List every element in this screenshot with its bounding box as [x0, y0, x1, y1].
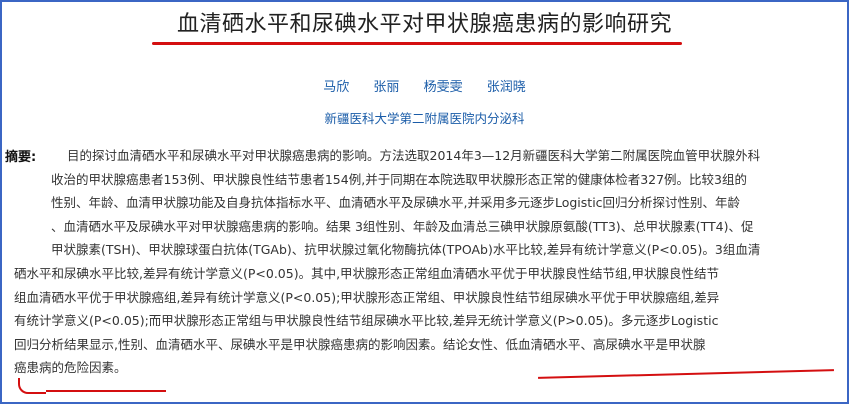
abstract-label: 摘要: [5, 150, 37, 165]
abstract-line: 组血清硒水平优于甲状腺癌组,差异有统计学意义(P<0.05);甲状腺形态正常组、… [14, 289, 720, 305]
conclusion-red-underline-end [46, 390, 166, 392]
abstract-line: 收治的甲状腺癌患者153例、甲状腺良性结节患者154例,并于同期在本院选取甲状腺… [51, 171, 748, 187]
conclusion-red-bracket [18, 378, 46, 394]
abstract-line: 性别、年龄、血清甲状腺功能及自身抗体指标水平、血清硒水平及尿碘水平,并采用多元逐… [51, 195, 741, 211]
author-link[interactable]: 马欣 [323, 80, 349, 95]
abstract-line: 、血清硒水平及尿碘水平对甲状腺癌患病的影响。结果 3组性别、年龄及血清总三碘甲状… [51, 218, 754, 234]
abstract-line: 回归分析结果显示,性别、血清硒水平、尿碘水平是甲状腺癌患病的影响因素。结论女性、… [14, 336, 706, 352]
author-list: 马欣 张丽 杨雯雯 张润晓 [0, 76, 849, 95]
title-red-underline [152, 42, 682, 45]
author-link[interactable]: 张丽 [373, 80, 399, 95]
abstract-line: 癌患病的危险因素。 [14, 360, 127, 376]
abstract-line: 甲状腺素(TSH)、甲状腺球蛋白抗体(TGAb)、抗甲状腺过氧化物酶抗体(TPO… [51, 242, 761, 258]
affiliation-link[interactable]: 新疆医科大学第二附属医院内分泌科 [0, 108, 849, 127]
abstract-line: 有统计学意义(P<0.05);而甲状腺形态正常组与甲状腺良性结节组尿碘水平比较,… [14, 313, 719, 329]
author-link[interactable]: 杨雯雯 [424, 80, 463, 95]
abstract-line: 目的探讨血清硒水平和尿碘水平对甲状腺癌患病的影响。方法选取2014年3—12月新… [67, 148, 761, 163]
abstract-body: 目的探讨血清硒水平和尿碘水平对甲状腺癌患病的影响。方法选取2014年3—12月新… [14, 144, 841, 380]
abstract-line: 硒水平和尿碘水平比较,差异有统计学意义(P<0.05)。其中,甲状腺形态正常组血… [14, 265, 720, 281]
article-title: 血清硒水平和尿碘水平对甲状腺癌患病的影响研究 [176, 12, 672, 37]
author-link[interactable]: 张润晓 [487, 80, 526, 95]
